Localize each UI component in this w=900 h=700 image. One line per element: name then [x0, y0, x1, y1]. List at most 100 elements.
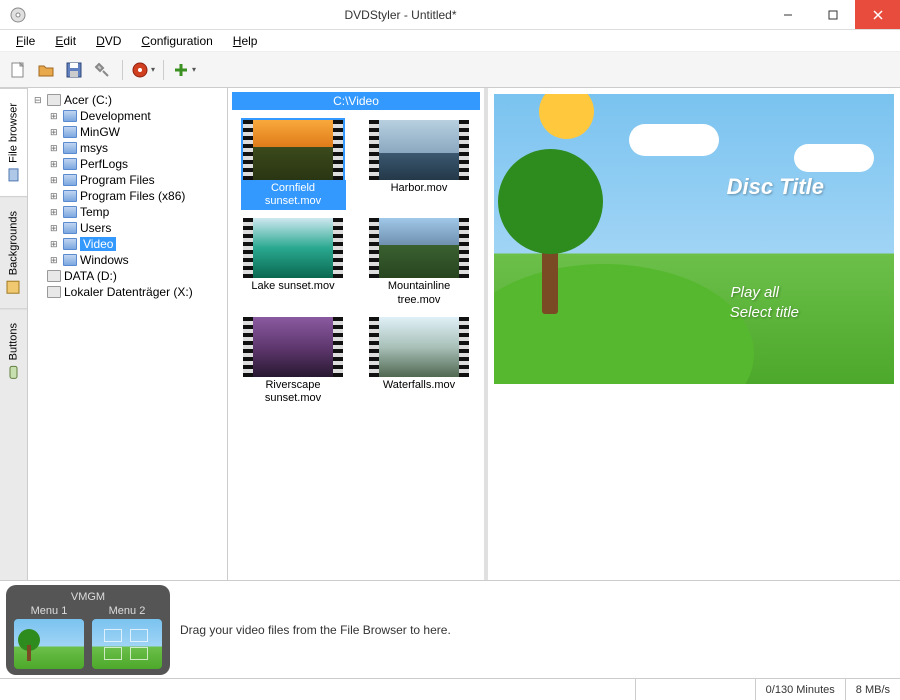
tree-item[interactable]: ⊞ Development	[32, 108, 223, 124]
tree-item[interactable]: ⊞ Video	[32, 236, 223, 252]
tree-item[interactable]: Lokaler Datenträger (X:)	[32, 284, 223, 300]
main-area: File browser Backgrounds Buttons ⊟ Acer (…	[0, 88, 900, 580]
settings-button[interactable]	[90, 58, 114, 82]
video-caption: Cornfield sunset.mov	[241, 180, 346, 210]
file-tree[interactable]: ⊟Acer (C:)⊞Development⊞MinGW⊞msys⊞PerfLo…	[28, 88, 228, 580]
tree-expander-icon[interactable]: ⊞	[50, 223, 60, 234]
folder-icon	[63, 110, 77, 122]
tree-label: Video	[80, 237, 116, 251]
status-progress	[635, 679, 755, 700]
side-tabs: File browser Backgrounds Buttons	[0, 88, 28, 580]
tree-expander-icon[interactable]: ⊞	[50, 239, 60, 250]
menu-help[interactable]: Help	[223, 32, 268, 50]
tab-buttons-label: Buttons	[8, 323, 20, 360]
app-icon	[8, 5, 28, 25]
video-grid: Cornfield sunset.mov Harbor.movLake sunse…	[228, 114, 484, 413]
tree-expander-icon[interactable]: ⊞	[50, 175, 60, 186]
status-minutes: 0/130 Minutes	[755, 679, 845, 700]
thumbnail-image	[379, 218, 459, 278]
tab-file-browser[interactable]: File browser	[0, 88, 27, 196]
tree-expander-icon[interactable]: ⊟	[34, 95, 44, 106]
add-button[interactable]	[172, 58, 196, 82]
video-thumbnail	[369, 120, 469, 180]
tree-item[interactable]: ⊟ Acer (C:)	[32, 92, 223, 108]
folder-icon	[63, 254, 77, 266]
maximize-button[interactable]	[810, 0, 855, 29]
folder-icon	[63, 142, 77, 154]
new-button[interactable]	[6, 58, 30, 82]
video-thumbnail	[369, 317, 469, 377]
drag-hint-text: Drag your video files from the File Brow…	[180, 623, 451, 637]
window-controls	[765, 0, 900, 29]
folder-icon	[63, 158, 77, 170]
folder-icon	[63, 222, 77, 234]
menu-file[interactable]: File	[6, 32, 45, 50]
burn-button[interactable]	[131, 58, 155, 82]
menu-thumb-1[interactable]: Menu 1	[14, 605, 84, 669]
video-path-header: C:\Video	[232, 92, 480, 110]
video-item[interactable]: Riverscape sunset.mov	[234, 317, 352, 407]
menu-option-play-all[interactable]: Play all	[731, 284, 779, 301]
tree-expander-icon[interactable]: ⊞	[50, 111, 60, 122]
tree-item[interactable]: ⊞ Program Files (x86)	[32, 188, 223, 204]
disc-title-text[interactable]: Disc Title	[727, 174, 824, 200]
thumbnail-image	[253, 218, 333, 278]
thumbnail-image	[379, 120, 459, 180]
tree-item[interactable]: DATA (D:)	[32, 268, 223, 284]
tree-item[interactable]: ⊞Users	[32, 220, 223, 236]
drive-icon	[47, 94, 61, 106]
video-item[interactable]: Waterfalls.mov	[360, 317, 478, 407]
dvd-menu-canvas[interactable]: Disc Title Play all Select title	[494, 94, 894, 384]
drive-icon	[47, 286, 61, 298]
tree-item[interactable]: ⊞ Windows	[32, 252, 223, 268]
vmgm-box: VMGM Menu 1 Menu 2	[6, 585, 170, 675]
tree-item[interactable]: ⊞MinGW	[32, 124, 223, 140]
menu-configuration[interactable]: Configuration	[131, 32, 222, 50]
folder-icon	[63, 174, 77, 186]
save-button[interactable]	[62, 58, 86, 82]
menu-edit[interactable]: Edit	[45, 32, 86, 50]
tree-expander-icon[interactable]: ⊞	[50, 143, 60, 154]
menu-thumb-2[interactable]: Menu 2	[92, 605, 162, 669]
tree-item[interactable]: ⊞PerfLogs	[32, 156, 223, 172]
close-button[interactable]	[855, 0, 900, 29]
tree-label: Program Files	[80, 173, 155, 187]
tree-label: msys	[80, 141, 108, 155]
video-item[interactable]: Harbor.mov	[360, 120, 478, 210]
tree-label: Windows	[80, 253, 129, 267]
menu-dvd[interactable]: DVD	[86, 32, 131, 50]
tree-label: Acer (C:)	[64, 93, 112, 107]
tree-label: Development	[80, 109, 151, 123]
minimize-button[interactable]	[765, 0, 810, 29]
tree-label: Program Files (x86)	[80, 189, 185, 203]
status-rate: 8 MB/s	[845, 679, 900, 700]
video-caption: Waterfalls.mov	[381, 377, 457, 394]
video-item[interactable]: Mountainline tree.mov	[360, 218, 478, 308]
tab-buttons[interactable]: Buttons	[0, 308, 27, 393]
statusbar: 0/130 Minutes 8 MB/s	[0, 678, 900, 700]
tree-expander-icon[interactable]: ⊞	[50, 207, 60, 218]
video-item[interactable]: Lake sunset.mov	[234, 218, 352, 308]
window-title: DVDStyler - Untitled*	[36, 8, 765, 22]
tree-expander-icon[interactable]: ⊞	[50, 159, 60, 170]
folder-icon	[63, 126, 77, 138]
open-button[interactable]	[34, 58, 58, 82]
toolbar	[0, 52, 900, 88]
tab-backgrounds[interactable]: Backgrounds	[0, 196, 27, 308]
toolbar-separator	[122, 60, 123, 80]
video-thumbnail	[243, 317, 343, 377]
tree-expander-icon[interactable]: ⊞	[50, 127, 60, 138]
tree-expander-icon[interactable]: ⊞	[50, 191, 60, 202]
menu-option-select-title[interactable]: Select title	[730, 304, 799, 321]
folder-icon	[63, 206, 77, 218]
video-thumbnail	[369, 218, 469, 278]
folder-icon	[63, 238, 77, 250]
menu-thumb-1-label: Menu 1	[31, 605, 68, 617]
tree-expander-icon[interactable]: ⊞	[50, 255, 60, 266]
tree-item[interactable]: ⊞ Program Files	[32, 172, 223, 188]
tree-item[interactable]: ⊞Temp	[32, 204, 223, 220]
sun-graphic	[539, 94, 594, 139]
tree-item[interactable]: ⊞ msys	[32, 140, 223, 156]
video-item[interactable]: Cornfield sunset.mov	[234, 120, 352, 210]
thumbnail-image	[253, 120, 333, 180]
